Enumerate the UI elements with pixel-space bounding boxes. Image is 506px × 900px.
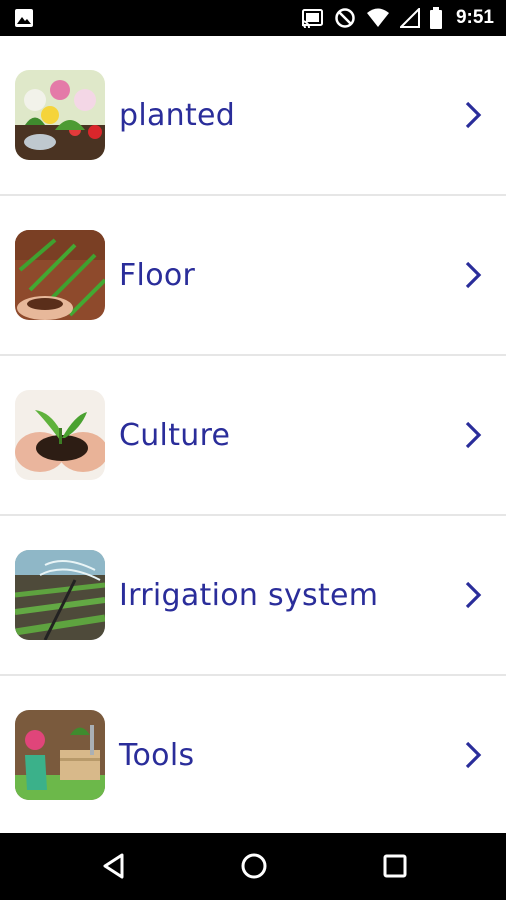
image-notification-icon xyxy=(15,9,33,27)
item-label: planted xyxy=(119,97,236,133)
chevron-right-icon xyxy=(465,741,482,769)
chevron-right-icon xyxy=(465,261,482,289)
floor-thumbnail xyxy=(15,230,105,320)
culture-thumbnail xyxy=(15,390,105,480)
cast-icon xyxy=(301,9,323,28)
do-not-disturb-icon xyxy=(335,8,355,28)
chevron-right-icon xyxy=(465,581,482,609)
list-item-culture[interactable]: Culture xyxy=(0,356,506,516)
list-item-floor[interactable]: Floor xyxy=(0,196,506,356)
battery-icon xyxy=(429,7,442,29)
list-item-irrigation-system[interactable]: Irrigation system xyxy=(0,516,506,676)
list-item-planted[interactable]: planted xyxy=(0,36,506,196)
status-time: 9:51 xyxy=(455,7,494,28)
status-bar: 9:51 xyxy=(0,0,506,36)
category-list: planted Floor Culture Irrigation system … xyxy=(0,36,506,833)
chevron-right-icon xyxy=(465,101,482,129)
recents-icon[interactable] xyxy=(380,851,410,881)
irrigation-thumbnail xyxy=(15,550,105,640)
planted-thumbnail xyxy=(15,70,105,160)
home-icon[interactable] xyxy=(239,851,269,881)
back-icon[interactable] xyxy=(99,851,129,881)
item-label: Tools xyxy=(119,737,195,773)
signal-icon xyxy=(399,8,420,28)
tools-thumbnail xyxy=(15,710,105,800)
item-label: Culture xyxy=(119,417,231,453)
list-item-tools[interactable]: Tools xyxy=(0,676,506,833)
item-label: Floor xyxy=(119,257,196,293)
item-label: Irrigation system xyxy=(119,577,379,613)
wifi-icon xyxy=(366,8,389,27)
navigation-bar xyxy=(0,833,506,900)
chevron-right-icon xyxy=(465,421,482,449)
